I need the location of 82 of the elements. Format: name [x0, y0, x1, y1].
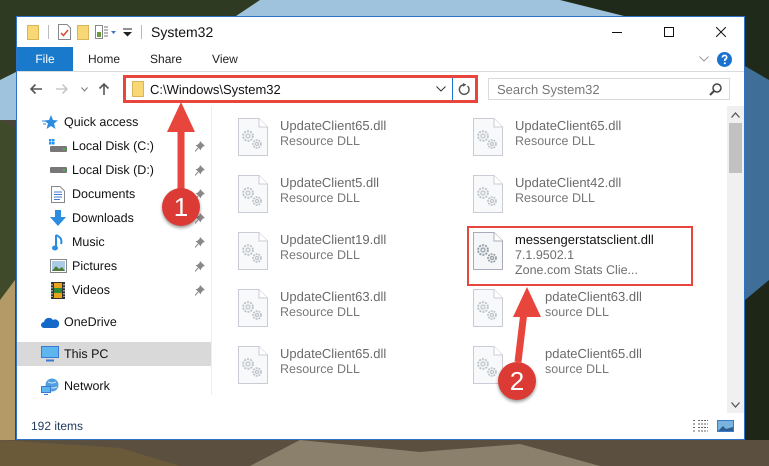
- drive-icon: [49, 167, 67, 173]
- monitor-icon: [41, 346, 59, 362]
- search-field[interactable]: Search System32: [488, 78, 730, 100]
- file-gears-icon[interactable]: [238, 118, 268, 156]
- file-detail: Zone.com Stats Clie...: [515, 263, 639, 277]
- window-title: System32: [151, 24, 214, 40]
- nav-item[interactable]: Local Disk (D:): [49, 158, 156, 182]
- star-icon: [41, 114, 59, 130]
- item-count: 192 items: [31, 419, 84, 433]
- ribbon-tab[interactable]: Share: [135, 47, 198, 71]
- file-gears-icon[interactable]: [238, 346, 268, 384]
- file-name[interactable]: UpdateClient65.dll: [280, 346, 386, 361]
- scrollbar[interactable]: [727, 106, 744, 413]
- file-gears-icon[interactable]: [238, 175, 268, 213]
- ribbon-tab[interactable]: Home: [73, 47, 136, 71]
- nav-item[interactable]: Quick access: [17, 110, 211, 134]
- customize-icon[interactable]: [123, 28, 132, 36]
- ribbon-tab[interactable]: View: [197, 47, 253, 71]
- file-detail: Resource DLL: [280, 305, 361, 319]
- nav-item[interactable]: Local Disk (C:): [49, 134, 156, 158]
- file-detail: source DLL: [545, 362, 610, 376]
- scroll-thumb[interactable]: [729, 123, 742, 173]
- pin-icon[interactable]: [195, 260, 205, 272]
- dropdown-caret-icon[interactable]: [436, 86, 446, 92]
- nav-item[interactable]: OneDrive: [17, 310, 211, 334]
- download-icon: [49, 210, 67, 226]
- nav-item[interactable]: Downloads: [49, 206, 136, 230]
- file-gears-icon[interactable]: [473, 346, 503, 384]
- file-gears-icon[interactable]: [473, 118, 503, 156]
- folder-icon[interactable]: [27, 24, 39, 40]
- file-name[interactable]: UpdateClient42.dll: [515, 175, 622, 190]
- file-detail: Resource DLL: [280, 191, 361, 205]
- address-path: C:\Windows\System32: [150, 82, 281, 96]
- file-name[interactable]: UpdateClient65.dll: [280, 118, 386, 133]
- file-name[interactable]: messengerstatsclient.dll: [515, 232, 654, 247]
- file-gears-icon[interactable]: [473, 289, 503, 327]
- picture-icon: [49, 259, 67, 273]
- nav-item[interactable]: Pictures: [49, 254, 120, 278]
- pin-icon[interactable]: [195, 164, 205, 176]
- pin-icon[interactable]: [195, 236, 205, 248]
- file-gears-icon[interactable]: [473, 232, 503, 270]
- drive-icon: [49, 139, 67, 153]
- details-view-icon[interactable]: [692, 419, 709, 433]
- film-icon: [49, 282, 67, 298]
- file-gears-icon[interactable]: [238, 289, 268, 327]
- file-name[interactable]: UpdateClient19.dll: [280, 232, 386, 247]
- file-detail: Resource DLL: [280, 248, 361, 262]
- cloud-icon: [41, 316, 59, 328]
- file-name[interactable]: pdateClient63.dll: [545, 289, 642, 304]
- file-detail: Resource DLL: [280, 134, 361, 148]
- file-name[interactable]: UpdateClient63.dll: [280, 289, 386, 304]
- file-gears-icon[interactable]: [238, 232, 268, 270]
- nav-item[interactable]: Music: [49, 230, 107, 254]
- folder-icon: [132, 81, 144, 97]
- properties-icon[interactable]: [58, 24, 71, 40]
- pin-icon[interactable]: [195, 188, 205, 200]
- pin-icon[interactable]: [195, 284, 205, 296]
- nav-item[interactable]: This PC: [17, 342, 211, 366]
- address-field[interactable]: C:\Windows\System32: [126, 78, 453, 100]
- file-name[interactable]: pdateClient65.dll: [545, 346, 642, 361]
- nav-item[interactable]: Videos: [49, 278, 112, 302]
- file-detail: source DLL: [545, 305, 610, 319]
- thumbnail-view-icon[interactable]: [717, 419, 734, 433]
- nav-item[interactable]: Network: [17, 374, 211, 398]
- file-gears-icon[interactable]: [473, 175, 503, 213]
- file-detail: Resource DLL: [515, 191, 596, 205]
- file-detail: Resource DLL: [280, 362, 361, 376]
- file-name[interactable]: UpdateClient5.dll: [280, 175, 380, 190]
- pin-icon[interactable]: [195, 140, 205, 152]
- file-detail: Resource DLL: [515, 134, 596, 148]
- file-tab[interactable]: File: [17, 47, 73, 71]
- document-icon: [49, 186, 67, 202]
- new-folder-icon[interactable]: [77, 24, 89, 40]
- nav-item[interactable]: Documents: [49, 182, 138, 206]
- network-icon: [41, 378, 59, 394]
- file-name[interactable]: UpdateClient65.dll: [515, 118, 622, 133]
- view-options-icon[interactable]: [95, 25, 117, 39]
- close-icon: [716, 27, 726, 37]
- maximize-icon: [664, 27, 674, 37]
- pin-icon[interactable]: [195, 212, 205, 224]
- search-icon: [709, 83, 722, 96]
- file-detail: 7.1.9502.1: [515, 248, 576, 262]
